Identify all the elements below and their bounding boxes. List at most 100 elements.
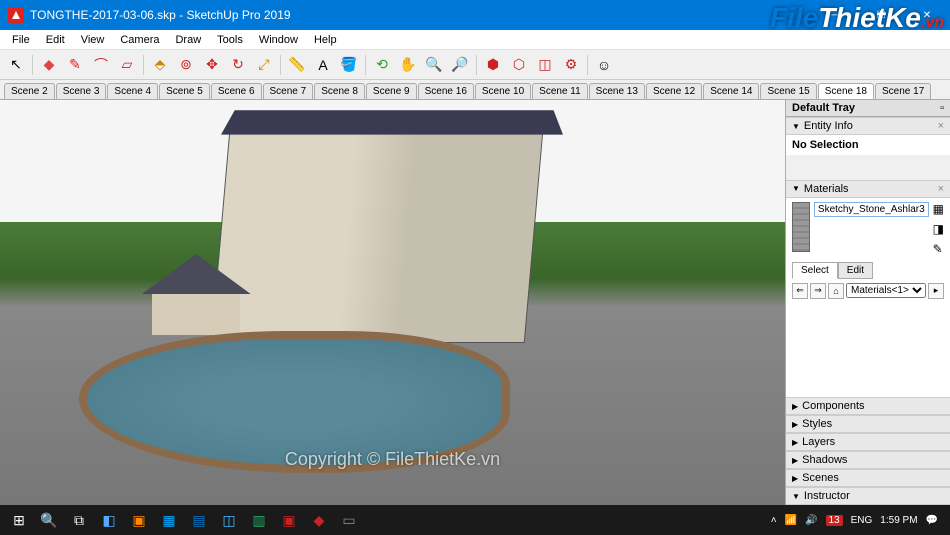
panel-shadows[interactable]: ▶Shadows — [786, 451, 950, 469]
menu-view[interactable]: View — [73, 32, 113, 48]
scene-tab-active[interactable]: Scene 18 — [818, 83, 874, 99]
material-library-select[interactable]: Materials<1> — [846, 283, 926, 298]
menu-window[interactable]: Window — [251, 32, 306, 48]
menu-edit[interactable]: Edit — [38, 32, 73, 48]
scene-tab[interactable]: Scene 7 — [263, 83, 314, 99]
menu-camera[interactable]: Camera — [112, 32, 167, 48]
sample-paint-icon[interactable]: ✎ — [933, 242, 944, 256]
close-button[interactable]: ✕ — [904, 0, 950, 30]
nav-back-button[interactable]: ⇐ — [792, 283, 808, 299]
tray-title[interactable]: Default Tray ▫ — [786, 100, 950, 117]
menu-help[interactable]: Help — [306, 32, 345, 48]
notif-badge[interactable]: 13 — [826, 515, 843, 526]
scene-tab[interactable]: Scene 4 — [107, 83, 158, 99]
panel-components[interactable]: ▶Components — [786, 397, 950, 415]
paint-tool[interactable]: 🪣 — [337, 53, 361, 77]
network-icon[interactable]: 📶 — [785, 515, 797, 526]
menu-draw[interactable]: Draw — [167, 32, 209, 48]
pan-tool[interactable]: ✋ — [396, 53, 420, 77]
scene-tab[interactable]: Scene 11 — [532, 83, 588, 99]
scale-tool[interactable]: ⤢ — [252, 53, 276, 77]
panel-close-icon[interactable]: × — [938, 183, 944, 195]
app-icon[interactable]: ▦ — [154, 505, 184, 535]
scene-tab[interactable]: Scene 15 — [760, 83, 816, 99]
arc-tool[interactable]: ⌒ — [89, 53, 113, 77]
materials-grid[interactable] — [786, 307, 950, 397]
language-indicator[interactable]: ENG — [851, 515, 873, 526]
app-icon[interactable]: ▣ — [274, 505, 304, 535]
scene-tab[interactable]: Scene 16 — [418, 83, 474, 99]
collapse-arrow-icon: ▼ — [792, 492, 800, 501]
orbit-tool[interactable]: ⟲ — [370, 53, 394, 77]
home-button[interactable]: ⌂ — [828, 283, 844, 299]
tray-chevron-icon[interactable]: ˄ — [771, 515, 777, 526]
select-tool[interactable]: ↖ — [4, 53, 28, 77]
gazebo-model — [141, 254, 251, 335]
notification-center-icon[interactable]: 💬 — [926, 515, 938, 526]
menu-file[interactable]: File — [4, 32, 38, 48]
scene-tab[interactable]: Scene 8 — [314, 83, 365, 99]
zoom-tool[interactable]: 🔍 — [422, 53, 446, 77]
3d-viewport[interactable]: Copyright © FileThietKe.vn — [0, 100, 785, 505]
scene-tab[interactable]: Scene 13 — [589, 83, 645, 99]
layout-icon[interactable]: ◫ — [533, 53, 557, 77]
details-button[interactable]: ▸ — [928, 283, 944, 299]
materials-tab-select[interactable]: Select — [792, 262, 838, 279]
text-tool[interactable]: A — [311, 53, 335, 77]
scene-tab[interactable]: Scene 17 — [875, 83, 931, 99]
default-material-icon[interactable]: ◨ — [933, 222, 944, 236]
panel-materials[interactable]: ▼ Materials × — [786, 180, 950, 198]
taskview-icon[interactable]: ⧉ — [64, 505, 94, 535]
panel-instructor[interactable]: ▼Instructor — [786, 487, 950, 505]
panel-scenes[interactable]: ▶Scenes — [786, 469, 950, 487]
scene-tab[interactable]: Scene 9 — [366, 83, 417, 99]
scene-tab[interactable]: Scene 2 — [4, 83, 55, 99]
volume-icon[interactable]: 🔊 — [805, 515, 817, 526]
eraser-tool[interactable]: ◆ — [37, 53, 61, 77]
maximize-button[interactable]: ☐ — [858, 0, 904, 30]
app-icon[interactable]: ▣ — [124, 505, 154, 535]
zoom-extents-tool[interactable]: 🔎 — [448, 53, 472, 77]
search-icon[interactable]: 🔍 — [34, 505, 64, 535]
scene-tab[interactable]: Scene 14 — [703, 83, 759, 99]
line-tool[interactable]: ✎ — [63, 53, 87, 77]
rotate-tool[interactable]: ↻ — [226, 53, 250, 77]
panel-layers[interactable]: ▶Layers — [786, 433, 950, 451]
panel-close-icon[interactable]: × — [938, 120, 944, 132]
panel-styles[interactable]: ▶Styles — [786, 415, 950, 433]
app-icon[interactable]: ◆ — [304, 505, 334, 535]
tape-tool[interactable]: 📏 — [285, 53, 309, 77]
scene-tab[interactable]: Scene 3 — [56, 83, 107, 99]
main-area: Copyright © FileThietKe.vn Default Tray … — [0, 100, 950, 505]
pushpull-tool[interactable]: ⬘ — [148, 53, 172, 77]
minimize-button[interactable]: ─ — [812, 0, 858, 30]
tray-pin-icon[interactable]: ▫ — [940, 102, 944, 114]
extension-icon[interactable]: ⬡ — [507, 53, 531, 77]
app-icon[interactable]: ▥ — [244, 505, 274, 535]
user-icon[interactable]: ☺ — [592, 53, 616, 77]
materials-tab-edit[interactable]: Edit — [838, 262, 873, 279]
nav-fwd-button[interactable]: ⇒ — [810, 283, 826, 299]
app-icon[interactable]: ◧ — [94, 505, 124, 535]
extension-mgr-icon[interactable]: ⚙ — [559, 53, 583, 77]
offset-tool[interactable]: ⊚ — [174, 53, 198, 77]
windows-taskbar: ⊞ 🔍 ⧉ ◧ ▣ ▦ ▤ ◫ ▥ ▣ ◆ ▭ ˄ 📶 🔊 13 ENG 1:5… — [0, 505, 950, 535]
rectangle-tool[interactable]: ▱ — [115, 53, 139, 77]
app-icon[interactable]: ◫ — [214, 505, 244, 535]
scene-tab[interactable]: Scene 5 — [159, 83, 210, 99]
scene-tab[interactable]: Scene 10 — [475, 83, 531, 99]
app-icon[interactable]: ▭ — [334, 505, 364, 535]
material-name-field[interactable]: Sketchy_Stone_Ashlar3 — [814, 202, 929, 217]
material-swatch[interactable] — [792, 202, 810, 252]
panel-entity-info[interactable]: ▼ Entity Info × — [786, 117, 950, 135]
warehouse-icon[interactable]: ⬢ — [481, 53, 505, 77]
menu-tools[interactable]: Tools — [209, 32, 251, 48]
scene-tab[interactable]: Scene 12 — [646, 83, 702, 99]
clock[interactable]: 1:59 PM — [880, 515, 917, 526]
system-tray: ˄ 📶 🔊 13 ENG 1:59 PM 💬 — [763, 515, 946, 526]
start-button[interactable]: ⊞ — [4, 505, 34, 535]
create-material-icon[interactable]: ▦ — [933, 202, 944, 216]
scene-tab[interactable]: Scene 6 — [211, 83, 262, 99]
move-tool[interactable]: ✥ — [200, 53, 224, 77]
app-icon[interactable]: ▤ — [184, 505, 214, 535]
